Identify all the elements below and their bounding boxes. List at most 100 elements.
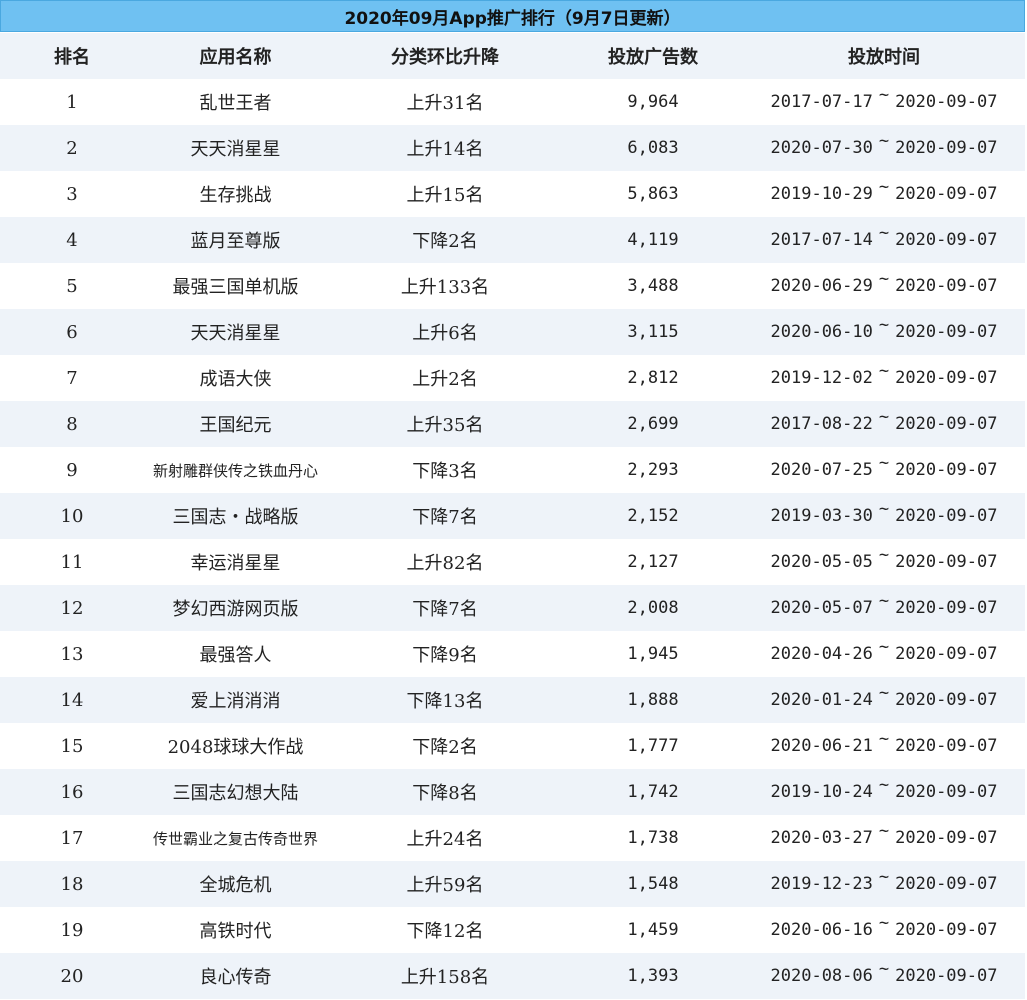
table-row: 17 传世霸业之复古传奇世界 上升24名 1,738 2020-03-27 ~2020-0… [0,815,1025,861]
time-range-cell: 2019-10-24 ~2020-09-07 [743,769,1025,815]
change-cell: 下降2名 [327,217,563,263]
rank-cell: 11 [60,551,84,573]
app-name-cell: 高铁时代 [199,921,272,942]
start-date: 2020-04-26 [770,644,873,664]
time-range-cell: 2020-05-07 ~2020-09-07 [743,585,1025,631]
time-range-cell: 2019-03-30 ~2020-09-07 [743,493,1025,539]
change-cell: 上升24名 [406,829,484,850]
start-date: 2017-07-17 [770,92,873,112]
range-separator: ~ [878,361,890,381]
range-separator: ~ [878,499,890,519]
table-row: 2 天天消星星 上升14名 6,083 2020-07-30 ~2020-09-07 [0,125,1025,171]
ad-count-cell: 6,083 [563,125,743,171]
start-date: 2020-05-05 [770,552,873,572]
end-date: 2020-09-07 [895,230,998,250]
rank-cell: 7 [66,367,78,389]
app-name-cell: 三国志幻想大陆 [144,769,327,815]
ad-count-cell: 2,699 [563,401,743,447]
range-separator: ~ [878,591,890,611]
ad-count-cell: 1,777 [627,736,679,756]
end-date: 2020-09-07 [895,276,998,296]
change-cell: 上升31名 [406,93,484,114]
time-range-cell: 2017-07-17 ~2020-09-07 [743,79,1025,125]
end-date: 2020-09-07 [895,782,998,802]
app-name-cell: 新射雕群侠传之铁血丹心 [152,461,318,480]
table-row: 15 2048球球大作战 下降2名 1,777 2020-06-21 ~2020-09-0… [0,723,1025,769]
start-date: 2020-06-21 [770,736,873,756]
table-row: 18 全城危机 上升59名 1,548 2019-12-23 ~2020-09-07 [0,861,1025,907]
end-date: 2020-09-07 [895,874,998,894]
app-name-cell: 最强三国单机版 [172,277,299,298]
change-cell: 下降9名 [412,645,478,666]
rank-cell: 13 [60,643,84,665]
table-row: 5 最强三国单机版 上升133名 3,488 2020-06-29 ~2020-09-07 [0,263,1025,309]
start-date: 2020-05-07 [770,598,873,618]
start-date: 2020-07-30 [770,138,873,158]
start-date: 2019-12-23 [770,874,873,894]
rank-cell: 15 [60,735,84,757]
rank-cell: 18 [0,861,144,907]
time-range-cell: 2020-06-29 ~2020-09-07 [743,263,1025,309]
ad-count-cell: 1,393 [563,953,743,999]
range-separator: ~ [878,867,890,887]
time-range-cell: 2020-07-25 ~2020-09-07 [743,447,1025,493]
end-date: 2020-09-07 [895,184,998,204]
range-separator: ~ [878,729,890,749]
rank-cell: 2 [0,125,144,171]
time-range-cell: 2020-07-30 ~2020-09-07 [743,125,1025,171]
change-cell: 上升6名 [327,309,563,355]
time-range-cell: 2017-07-14 ~2020-09-07 [743,217,1025,263]
app-name-cell: 天天消星星 [144,125,327,171]
rank-cell: 8 [0,401,144,447]
time-range-cell: 2020-06-16 ~2020-09-07 [743,907,1025,953]
range-separator: ~ [878,453,890,473]
end-date: 2020-09-07 [895,138,998,158]
start-date: 2019-12-02 [770,368,873,388]
app-name-cell: 传世霸业之复古传奇世界 [152,829,318,848]
range-separator: ~ [878,545,890,565]
table-row: 11 幸运消星星 上升82名 2,127 2020-05-05 ~2020-09-07 [0,539,1025,585]
time-range-cell: 2019-12-23 ~2020-09-07 [743,861,1025,907]
end-date: 2020-09-07 [895,920,998,940]
start-date: 2019-10-24 [770,782,873,802]
ranking-sheet: 2020年09月App推广排行（9月7日更新） 排名 应用名称 分类环比升降 投… [0,0,1027,1000]
change-cell: 上升158名 [327,953,563,999]
table-row: 14 爱上消消消 下降13名 1,888 2020-01-24 ~2020-09-07 [0,677,1025,723]
time-range-cell: 2020-01-24 ~2020-09-07 [743,677,1025,723]
range-separator: ~ [878,637,890,657]
time-range-cell: 2017-08-22 ~2020-09-07 [743,401,1025,447]
ad-count-cell: 2,293 [627,460,679,480]
start-date: 2020-06-16 [770,920,873,940]
change-cell: 上升2名 [412,369,478,390]
end-date: 2020-09-07 [895,690,998,710]
ad-count-cell: 1,548 [563,861,743,907]
range-separator: ~ [878,775,890,795]
app-name-cell: 全城危机 [144,861,327,907]
app-name-cell: 成语大侠 [199,369,272,390]
change-cell: 下降13名 [327,677,563,723]
end-date: 2020-09-07 [895,506,998,526]
rank-cell: 16 [0,769,144,815]
start-date: 2020-01-24 [770,690,873,710]
app-name-cell: 蓝月至尊版 [144,217,327,263]
rank-cell: 3 [66,183,78,205]
time-range-cell: 2020-03-27 ~2020-09-07 [743,815,1025,861]
start-date: 2019-10-29 [770,184,873,204]
end-date: 2020-09-07 [895,828,998,848]
ad-count-cell: 1,888 [563,677,743,723]
range-separator: ~ [878,85,890,105]
range-separator: ~ [878,269,890,289]
ad-count-cell: 1,459 [627,920,679,940]
ranking-table: 排名 应用名称 分类环比升降 投放广告数 投放时间 1 乱世王者 上升31名 9,96… [0,33,1025,999]
app-name-cell: 天天消星星 [144,309,327,355]
range-separator: ~ [878,683,890,703]
rank-cell: 1 [66,91,78,113]
app-name-cell: 王国纪元 [144,401,327,447]
range-separator: ~ [878,315,890,335]
ad-count-cell: 3,115 [563,309,743,355]
end-date: 2020-09-07 [895,368,998,388]
change-cell: 上升82名 [406,553,484,574]
time-range-cell: 2020-04-26 ~2020-09-07 [743,631,1025,677]
end-date: 2020-09-07 [895,966,998,986]
ad-count-cell: 9,964 [627,92,679,112]
